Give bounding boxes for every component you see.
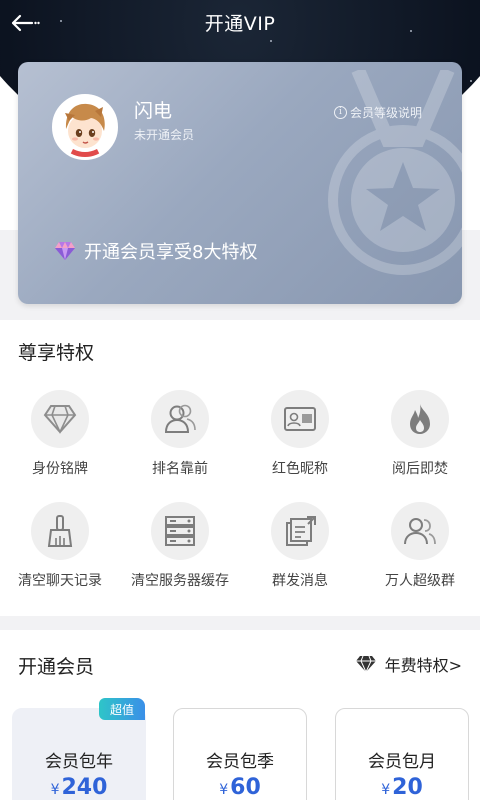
privileges-title: 尊享特权 (18, 342, 95, 364)
privilege-broadcast[interactable]: 群发消息 (240, 502, 360, 612)
back-button[interactable] (8, 10, 42, 36)
privilege-rank-top[interactable]: 排名靠前 (120, 390, 240, 500)
privilege-clear-chat[interactable]: 清空聊天记录 (0, 502, 120, 612)
promo-line: 开通会员享受8大特权 (54, 238, 257, 264)
plan-quarterly[interactable]: 会员包季 ¥60 (173, 708, 307, 800)
flame-icon (410, 404, 430, 434)
back-arrow-icon (11, 14, 40, 32)
avatar-image (55, 97, 115, 157)
username: 闪电 (134, 100, 173, 122)
info-icon: i (333, 106, 347, 119)
diamond-badge-icon (43, 405, 77, 434)
privilege-clear-server-cache[interactable]: 清空服务器缓存 (120, 502, 240, 612)
top-bar: 开通VIP (0, 0, 480, 44)
plan-name: 会员包季 (206, 752, 274, 772)
plan-price: ¥240 (50, 775, 108, 800)
member-status: 未开通会员 (134, 128, 195, 142)
broom-icon (47, 515, 73, 547)
avatar[interactable] (52, 94, 118, 160)
ranking-users-icon (164, 404, 196, 433)
promo-text: 开通会员享受8大特权 (84, 242, 258, 263)
plan-price: ¥60 (219, 775, 261, 800)
plan-name: 会员包年 (45, 752, 113, 772)
annual-link-label: 年费特权> (384, 656, 462, 675)
diamond-icon (55, 242, 75, 260)
black-diamond-icon (355, 655, 376, 673)
page-title: 开通VIP (204, 12, 276, 35)
id-card-icon (284, 407, 316, 431)
plan-annual[interactable]: 超值 会员包年 ¥240 (12, 698, 146, 800)
privilege-super-group[interactable]: 万人超级群 (360, 502, 480, 612)
membership-title: 开通会员 (18, 656, 95, 678)
server-icon (165, 516, 195, 546)
privilege-red-nickname[interactable]: 红色昵称 (240, 390, 360, 500)
value-badge: 超值 (99, 698, 145, 720)
vip-card: 闪电 未开通会员 i 会员等级说明 开通会员享受8大特权 (18, 62, 462, 304)
privileges-section: 尊享特权 身份铭牌 排名靠前 红色昵称 阅后即焚 清空聊天记录 清空服务器缓存 … (0, 320, 480, 616)
privilege-burn-after-read[interactable]: 阅后即焚 (360, 390, 480, 500)
membership-section: 开通会员 年费特权> 超值 会员包年 ¥240 会员包季 ¥60 会员包月 ¥2… (0, 630, 480, 800)
level-info-link[interactable]: i 会员等级说明 (333, 104, 422, 121)
plan-name: 会员包月 (368, 752, 436, 772)
level-info-label: 会员等级说明 (349, 106, 422, 120)
plan-price: ¥20 (381, 775, 423, 800)
group-users-icon (404, 518, 436, 545)
broadcast-message-icon (286, 516, 316, 546)
plan-monthly[interactable]: 会员包月 ¥20 (335, 708, 469, 800)
annual-privilege-link[interactable]: 年费特权> (355, 652, 462, 676)
privilege-identity-badge[interactable]: 身份铭牌 (0, 390, 120, 500)
